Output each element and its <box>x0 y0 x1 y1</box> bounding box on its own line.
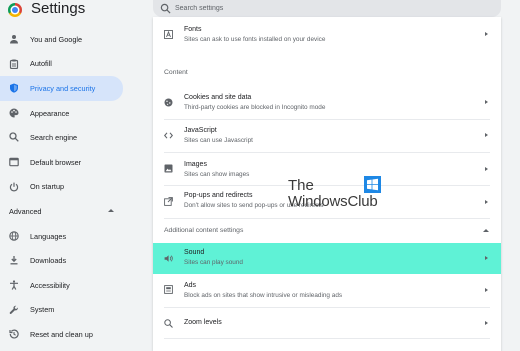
sidebar-item-label: Languages <box>30 231 67 241</box>
sidebar-item-label: Accessibility <box>30 280 70 290</box>
ads-title: Ads <box>184 282 197 289</box>
zoom-levels-row[interactable]: Zoom levels <box>153 308 501 338</box>
sidebar-item-label: Autofill <box>30 59 52 69</box>
code-icon <box>164 132 173 139</box>
watermark: The WindowsClub <box>285 176 395 214</box>
sidebar-item-label: On startup <box>30 182 65 192</box>
cookies-title: Cookies and site data <box>184 94 252 101</box>
advanced-label: Advanced <box>9 206 42 216</box>
sidebar-item-label: System <box>30 305 55 315</box>
chevron-up-icon <box>483 229 489 232</box>
ads-icon <box>164 285 173 294</box>
zoom-icon <box>164 319 173 328</box>
sidebar: You and Google Autofill Privacy and secu… <box>0 27 130 347</box>
chevron-up-icon <box>108 209 114 213</box>
search-icon <box>160 3 171 14</box>
chevron-right-icon <box>485 200 488 204</box>
sidebar-item-autofill[interactable]: Autofill <box>0 52 130 77</box>
sidebar-item-system[interactable]: System <box>0 298 130 323</box>
additional-content-settings-toggle[interactable]: Additional content settings <box>153 219 501 243</box>
app-title: Settings <box>31 0 86 17</box>
sidebar-item-label: You and Google <box>30 34 83 44</box>
palette-icon <box>9 108 19 118</box>
chrome-logo-icon <box>8 3 22 17</box>
sidebar-item-label: Reset and clean up <box>30 329 93 339</box>
shield-icon <box>10 83 18 93</box>
chevron-right-icon <box>485 321 488 325</box>
sidebar-item-languages[interactable]: Languages <box>0 224 130 249</box>
sidebar-item-default-browser[interactable]: Default browser <box>0 150 130 175</box>
chevron-right-icon <box>485 100 488 104</box>
images-subtitle: Sites can show images <box>184 171 250 178</box>
sound-row[interactable]: Sound Sites can play sound <box>153 243 501 274</box>
sidebar-item-privacy-and-security[interactable]: Privacy and security <box>0 76 123 101</box>
divider <box>164 338 490 339</box>
cookies-row[interactable]: Cookies and site data Third-party cookie… <box>153 86 501 119</box>
windows-logo-icon <box>364 176 381 193</box>
chevron-right-icon <box>485 133 488 137</box>
sidebar-item-you-and-google[interactable]: You and Google <box>0 27 130 52</box>
search-bar[interactable] <box>153 0 501 17</box>
history-icon <box>9 329 19 339</box>
popups-title: Pop-ups and redirects <box>184 192 253 199</box>
sidebar-item-label: Appearance <box>30 108 70 118</box>
search-input[interactable] <box>175 2 475 15</box>
search-icon <box>9 132 19 143</box>
images-title: Images <box>184 161 207 168</box>
watermark-line2: WindowsClub <box>288 193 378 210</box>
accessibility-icon <box>10 280 18 290</box>
download-icon <box>10 256 18 265</box>
open-in-new-icon <box>164 197 173 206</box>
wrench-icon <box>9 305 18 314</box>
speaker-icon <box>164 255 173 262</box>
cookies-subtitle: Third-party cookies are blocked in Incog… <box>184 104 326 111</box>
globe-icon <box>9 231 19 241</box>
chevron-right-icon <box>485 32 488 36</box>
chevron-right-icon <box>485 288 488 292</box>
advanced-toggle[interactable]: Advanced <box>0 199 130 224</box>
person-icon <box>10 35 18 44</box>
javascript-subtitle: Sites can use Javascript <box>184 137 253 144</box>
javascript-row[interactable]: JavaScript Sites can use Javascript <box>153 120 501 152</box>
sidebar-item-accessibility[interactable]: Accessibility <box>0 273 130 298</box>
sidebar-item-label: Search engine <box>30 133 78 143</box>
sidebar-item-search-engine[interactable]: Search engine <box>0 125 130 150</box>
sidebar-item-reset-and-clean-up[interactable]: Reset and clean up <box>0 322 130 347</box>
browser-window-icon <box>9 157 19 167</box>
clipboard-icon <box>9 59 19 69</box>
ads-row[interactable]: Ads Block ads on sites that show intrusi… <box>153 274 501 307</box>
sidebar-item-label: Privacy and security <box>30 83 96 93</box>
watermark-line1: The <box>288 177 314 194</box>
chevron-right-icon <box>485 167 488 171</box>
fonts-title: Fonts <box>184 26 202 33</box>
javascript-title: JavaScript <box>184 127 217 134</box>
content-section-label: Content <box>164 69 188 76</box>
fonts-row[interactable]: Fonts Sites can ask to use fonts install… <box>153 17 501 51</box>
additional-content-settings-label: Additional content settings <box>164 227 244 234</box>
ads-subtitle: Block ads on sites that show intrusive o… <box>184 292 343 299</box>
sidebar-item-downloads[interactable]: Downloads <box>0 248 130 273</box>
sidebar-item-on-startup[interactable]: On startup <box>0 175 130 200</box>
sidebar-item-label: Downloads <box>30 256 67 266</box>
sidebar-item-appearance[interactable]: Appearance <box>0 101 130 126</box>
sound-title: Sound <box>184 249 205 256</box>
sound-subtitle: Sites can play sound <box>184 259 243 266</box>
zoom-levels-title: Zoom levels <box>184 319 222 326</box>
cookie-icon <box>164 98 173 107</box>
font-icon <box>164 30 173 39</box>
sidebar-item-label: Default browser <box>30 157 82 167</box>
chevron-right-icon <box>485 256 488 260</box>
image-icon <box>164 164 173 173</box>
power-icon <box>9 182 19 192</box>
fonts-subtitle: Sites can ask to use fonts installed on … <box>184 36 326 43</box>
